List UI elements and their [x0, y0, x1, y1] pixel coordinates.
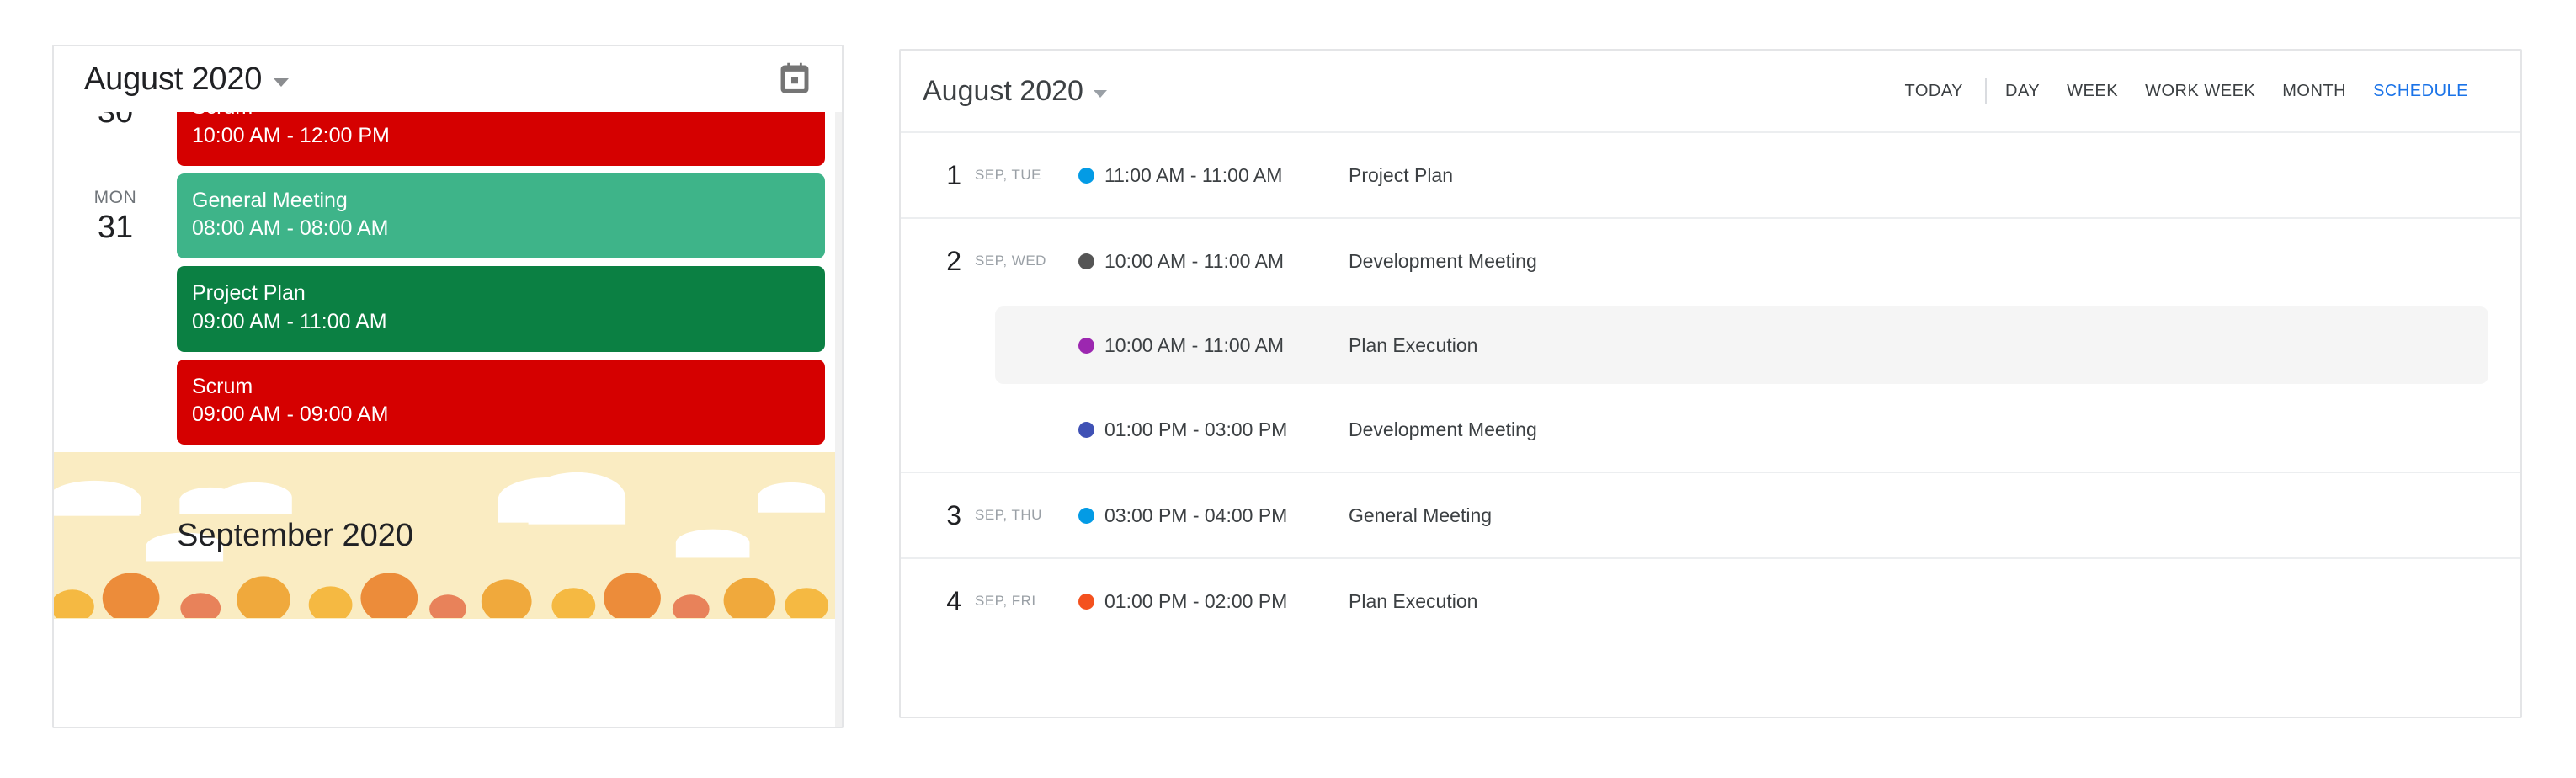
- agenda-day-number: 30: [97, 112, 134, 130]
- schedule-event-name: Project Plan: [1349, 163, 1454, 186]
- schedule-day-group: 2 SEP, WED 10:00 AM - 11:00 AM Development …: [901, 217, 2520, 472]
- schedule-day-of-week: SEP, FRI: [975, 593, 1036, 609]
- agenda-event-chip[interactable]: Project Plan 09:00 AM - 11:00 AM: [177, 266, 825, 352]
- chevron-down-icon[interactable]: [274, 78, 290, 87]
- schedule-event-row[interactable]: 2 SEP, WED 10:00 AM - 11:00 AM Development …: [901, 219, 2520, 303]
- schedule-event-time: 03:00 PM - 04:00 PM: [1104, 504, 1288, 526]
- schedule-event-name: Development Meeting: [1349, 249, 1537, 272]
- chevron-down-icon[interactable]: [1093, 90, 1107, 98]
- agenda-list: 30Scrum10:00 AM - 12:00 PMMON31General M…: [54, 112, 842, 619]
- schedule-event-time: 10:00 AM - 11:00 AM: [1104, 333, 1285, 356]
- schedule-day-number: 4: [946, 585, 961, 616]
- schedule-day-group: 3 SEP, THU 03:00 PM - 04:00 PM General Meet…: [901, 472, 2520, 557]
- event-color-dot-icon: [1078, 253, 1094, 269]
- agenda-scroll-area[interactable]: 30Scrum10:00 AM - 12:00 PMMON31General M…: [54, 112, 842, 727]
- agenda-event-chip[interactable]: Scrum10:00 AM - 12:00 PM: [177, 112, 825, 166]
- schedule-event-time: 01:00 PM - 02:00 PM: [1104, 589, 1288, 612]
- event-color-dot-icon: [1078, 167, 1094, 184]
- view-switcher: TODAY DAY WEEK WORK WEEK MONTH SCHEDULE: [1891, 77, 2482, 106]
- event-color-dot-wrap: [1067, 593, 1104, 610]
- calendar-icon[interactable]: [776, 61, 813, 97]
- view-button-month[interactable]: MONTH: [2269, 77, 2360, 106]
- schedule-day-number: 3: [946, 499, 961, 530]
- view-button-schedule[interactable]: SCHEDULE: [2360, 77, 2482, 106]
- schedule-event-row[interactable]: 3 SEP, THU 03:00 PM - 04:00 PM General Meet…: [901, 473, 2520, 557]
- agenda-event-chip[interactable]: General Meeting 08:00 AM - 08:00 AM: [177, 173, 825, 258]
- schedule-event-row[interactable]: 01:00 PM - 03:00 PM Development Meeting: [901, 387, 2520, 472]
- schedule-event-row[interactable]: 4 SEP, FRI 01:00 PM - 02:00 PM Plan Executi…: [901, 559, 2520, 643]
- schedule-list: 1 SEP, TUE 11:00 AM - 11:00 AM Project Plan…: [901, 131, 2520, 643]
- schedule-event-time: 10:00 AM - 11:00 AM: [1104, 249, 1285, 272]
- event-color-dot-wrap: [1067, 167, 1104, 184]
- agenda-day-row: MON 31 General Meeting 08:00 AM - 08:00 AM P…: [54, 173, 842, 453]
- agenda-day-events: General Meeting 08:00 AM - 08:00 AM Projec…: [177, 173, 842, 453]
- schedule-day-number: 2: [946, 245, 961, 276]
- event-color-dot-wrap: [1067, 421, 1104, 438]
- schedule-day-of-week: SEP, WED: [975, 253, 1046, 269]
- agenda-event-title: Project Plan: [192, 281, 306, 305]
- month-separator-banner: September 2020: [54, 452, 842, 619]
- month-separator-label: September 2020: [177, 517, 413, 553]
- agenda-event-chip[interactable]: Scrum 09:00 AM - 09:00 AM: [177, 359, 825, 445]
- event-color-dot-icon: [1078, 337, 1094, 354]
- event-color-dot-icon: [1078, 593, 1094, 610]
- schedule-event-row[interactable]: 1 SEP, TUE 11:00 AM - 11:00 AM Project Plan: [901, 133, 2520, 217]
- schedule-day-of-week: SEP, THU: [975, 507, 1042, 523]
- schedule-day-group: 4 SEP, FRI 01:00 PM - 02:00 PM Plan Executi…: [901, 557, 2520, 643]
- schedule-event-name: Plan Execution: [1349, 589, 1478, 612]
- event-color-dot-wrap: [1067, 253, 1104, 269]
- schedule-event-time: 11:00 AM - 11:00 AM: [1104, 163, 1283, 186]
- agenda-panel: August 2020 30Scrum10:00 AM - 12:00 PMMO…: [52, 45, 844, 728]
- event-color-dot-wrap: [1067, 337, 1104, 354]
- schedule-day-number: 1: [946, 159, 961, 190]
- view-button-day[interactable]: DAY: [1992, 77, 2053, 106]
- agenda-event-title: Scrum: [192, 112, 810, 122]
- agenda-event-time: 09:00 AM - 09:00 AM: [192, 402, 389, 427]
- schedule-day-group: 1 SEP, TUE 11:00 AM - 11:00 AM Project Plan: [901, 131, 2520, 217]
- view-button-today[interactable]: TODAY: [1891, 77, 1977, 106]
- vertical-scrollbar[interactable]: [835, 112, 842, 727]
- schedule-month-title[interactable]: August 2020: [923, 75, 1083, 108]
- agenda-day-number: 31: [97, 209, 134, 245]
- agenda-day-of-week: MON: [93, 187, 137, 207]
- view-button-week[interactable]: WEEK: [2053, 77, 2132, 106]
- schedule-event-name: Development Meeting: [1349, 418, 1537, 440]
- event-color-dot-icon: [1078, 507, 1094, 524]
- schedule-event-name: General Meeting: [1349, 504, 1493, 526]
- agenda-day-events: Scrum10:00 AM - 12:00 PM: [177, 112, 842, 173]
- view-button-work-week[interactable]: WORK WEEK: [2132, 77, 2269, 106]
- agenda-panel-header: August 2020: [54, 46, 842, 112]
- schedule-event-name: Plan Execution: [1349, 333, 1478, 356]
- agenda-event-title: General Meeting: [192, 188, 348, 212]
- agenda-month-title[interactable]: August 2020: [84, 63, 262, 95]
- toolbar-divider: [1985, 78, 1988, 104]
- agenda-day-label: 30: [54, 112, 177, 131]
- schedule-day-of-week: SEP, TUE: [975, 167, 1041, 183]
- event-color-dot-icon: [1078, 421, 1094, 438]
- schedule-panel-header: August 2020 TODAY DAY WEEK WORK WEEK MONTH SC…: [901, 51, 2520, 131]
- agenda-event-time: 09:00 AM - 11:00 AM: [192, 309, 387, 333]
- schedule-event-time: 01:00 PM - 03:00 PM: [1104, 418, 1288, 440]
- agenda-event-time: 08:00 AM - 08:00 AM: [192, 216, 389, 241]
- agenda-day-row: 30 Scrum10:00 AM - 12:00 PM: [54, 112, 842, 173]
- schedule-panel: August 2020 TODAY DAY WEEK WORK WEEK MONTH SC…: [899, 49, 2522, 718]
- agenda-day-label: MON 31: [54, 173, 177, 246]
- event-color-dot-wrap: [1067, 507, 1104, 524]
- app-root: August 2020 30Scrum10:00 AM - 12:00 PMMO…: [0, 0, 2576, 778]
- agenda-event-time: 10:00 AM - 12:00 PM: [192, 123, 390, 147]
- schedule-event-row[interactable]: 10:00 AM - 11:00 AM Plan Execution: [901, 303, 2520, 387]
- agenda-event-title: Scrum: [192, 374, 253, 398]
